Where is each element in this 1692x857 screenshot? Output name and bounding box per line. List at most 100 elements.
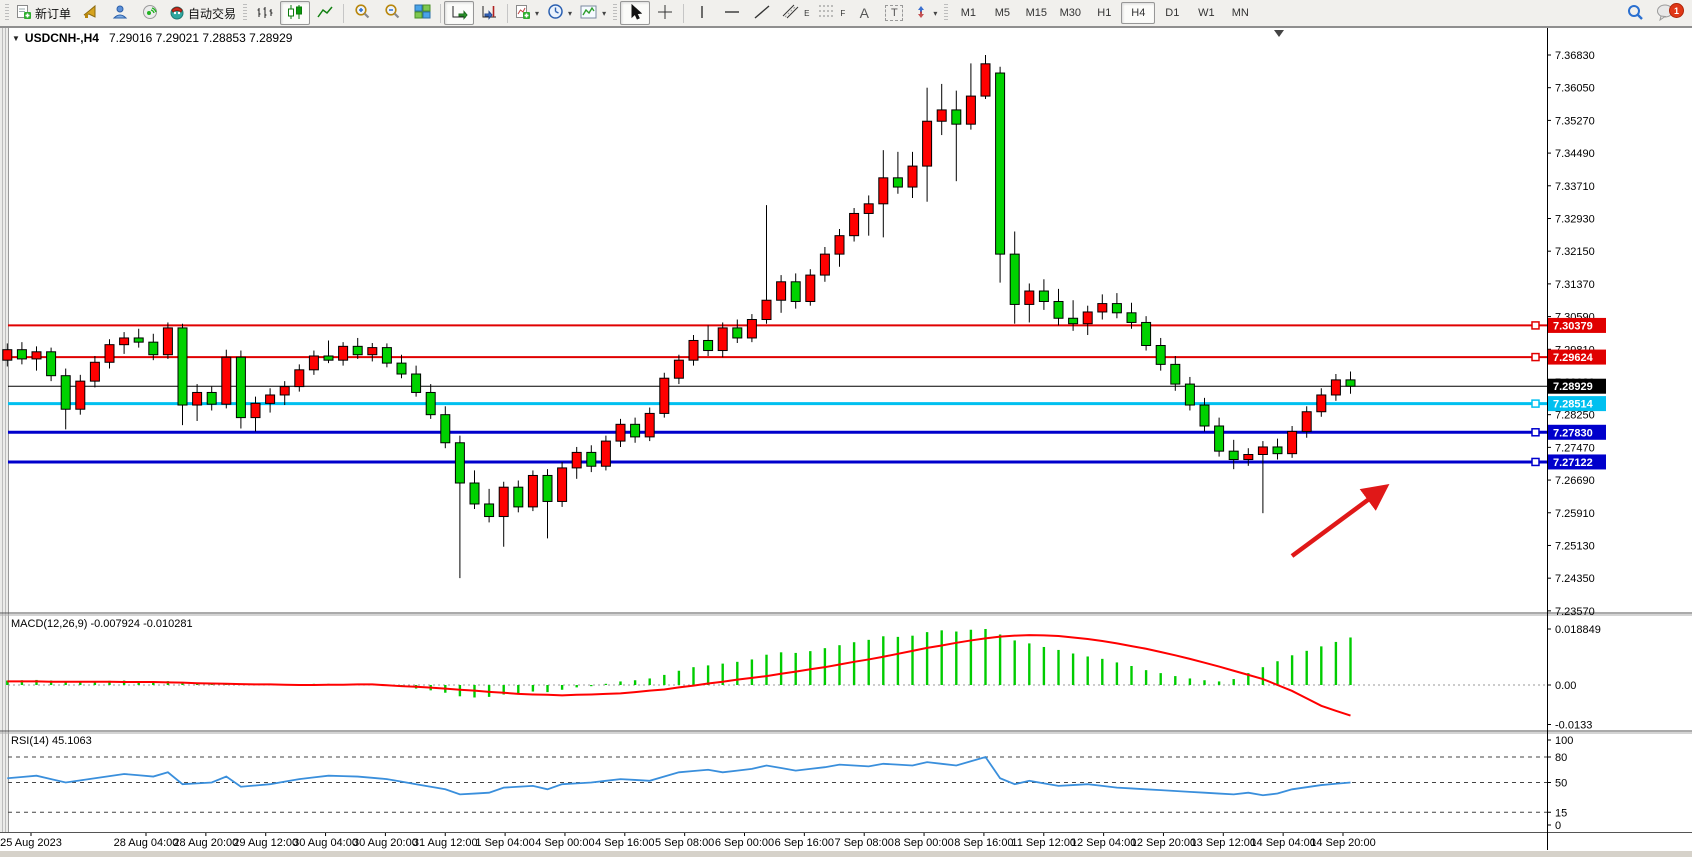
dropdown-caret-icon: ▾: [933, 9, 937, 18]
label-button[interactable]: T: [879, 1, 909, 25]
profile-icon: [112, 4, 128, 23]
candle-body: [324, 356, 333, 360]
svg-text:7.35270: 7.35270: [1555, 115, 1595, 127]
candle-body: [645, 413, 654, 436]
svg-text:0.018849: 0.018849: [1555, 624, 1601, 636]
svg-text:25 Aug 2023: 25 Aug 2023: [0, 837, 62, 849]
trendline-button[interactable]: [747, 1, 777, 25]
price-tag-label: 7.28929: [1553, 381, 1593, 393]
candle-body: [1244, 454, 1253, 459]
candle-chart-button[interactable]: [280, 1, 310, 25]
tf-h4[interactable]: H4: [1121, 2, 1155, 24]
candle-body: [1229, 451, 1238, 459]
candle-body: [1054, 301, 1063, 318]
tf-d1[interactable]: D1: [1155, 2, 1189, 24]
candle-body: [893, 178, 902, 187]
svg-text:13 Sep 12:00: 13 Sep 12:00: [1191, 837, 1256, 849]
cursor-button[interactable]: [620, 1, 650, 25]
horizontal-line-button[interactable]: [717, 1, 747, 25]
candle-body: [1142, 322, 1151, 345]
tf-m30[interactable]: M30: [1053, 2, 1087, 24]
templates-button[interactable]: ▾: [576, 1, 610, 25]
timeframe-group: M1M5M15M30H1H4D1W1MN: [951, 2, 1257, 24]
candle-body: [616, 424, 625, 441]
candle-body: [879, 178, 888, 204]
svg-text:8 Sep 00:00: 8 Sep 00:00: [894, 837, 953, 849]
tile-windows-button[interactable]: [407, 1, 437, 25]
candle-body: [90, 362, 99, 381]
candle-body: [193, 392, 202, 405]
hline-handle[interactable]: [1532, 400, 1539, 407]
candle-body: [1200, 405, 1209, 426]
tf-m5[interactable]: M5: [985, 2, 1019, 24]
candle-body: [207, 392, 216, 404]
zoom-out-button[interactable]: [377, 1, 407, 25]
main-toolbar: 新订单 自动交易: [0, 0, 1692, 27]
candle-body: [295, 370, 304, 387]
candle-body: [1346, 380, 1355, 386]
chart-canvas[interactable]: 7.368307.360507.352707.344907.337107.329…: [0, 0, 1692, 857]
text-icon: A: [860, 5, 869, 21]
shapes-icon: [913, 4, 929, 23]
new-order-button[interactable]: 新订单: [12, 1, 75, 25]
toolbar-grip[interactable]: [613, 4, 617, 22]
tf-h1[interactable]: H1: [1087, 2, 1121, 24]
toolbar-grip[interactable]: [243, 4, 247, 22]
svg-text:31 Aug 12:00: 31 Aug 12:00: [413, 837, 478, 849]
channel-button[interactable]: E: [777, 1, 813, 25]
candle-body: [470, 483, 479, 504]
zoom-in-button[interactable]: [347, 1, 377, 25]
autotrade-button[interactable]: 自动交易: [165, 1, 240, 25]
vertical-line-button[interactable]: [687, 1, 717, 25]
toolbar-grip[interactable]: [944, 4, 948, 22]
candle-body: [952, 110, 961, 124]
tf-w1[interactable]: W1: [1189, 2, 1223, 24]
candle-body: [747, 320, 756, 338]
crosshair-icon: [657, 4, 673, 23]
search-button[interactable]: [1620, 1, 1650, 25]
price-tag-label: 7.28514: [1553, 399, 1594, 411]
notifications-button[interactable]: 1: [1650, 1, 1680, 25]
candle-body: [631, 424, 640, 437]
hline-handle[interactable]: [1532, 354, 1539, 361]
svg-text:0.00: 0.00: [1555, 680, 1576, 692]
shapes-button[interactable]: ▾: [909, 1, 941, 25]
candle-body: [864, 204, 873, 214]
auto-scroll-button[interactable]: [444, 1, 474, 25]
channel-icon: [781, 3, 801, 23]
svg-text:0: 0: [1555, 820, 1561, 832]
chart-shift-button[interactable]: [474, 1, 504, 25]
svg-text:80: 80: [1555, 752, 1567, 764]
svg-text:11 Sep 12:00: 11 Sep 12:00: [1011, 837, 1076, 849]
candle-body: [1317, 395, 1326, 412]
tf-mn[interactable]: MN: [1223, 2, 1257, 24]
candle-body: [908, 166, 917, 187]
candle-body: [718, 328, 727, 351]
candle-body: [426, 392, 435, 414]
hline-handle[interactable]: [1532, 429, 1539, 436]
tf-m1[interactable]: M1: [951, 2, 985, 24]
svg-text:7.36050: 7.36050: [1555, 83, 1595, 95]
svg-text:6 Sep 00:00: 6 Sep 00:00: [715, 837, 774, 849]
svg-text:5 Sep 08:00: 5 Sep 08:00: [655, 837, 714, 849]
channel-letter: E: [804, 9, 809, 18]
profile-button[interactable]: [105, 1, 135, 25]
candle-body: [455, 443, 464, 483]
signal-button[interactable]: [135, 1, 165, 25]
periods-button[interactable]: ▾: [543, 1, 576, 25]
candle-body: [32, 352, 41, 359]
announce-button[interactable]: [75, 1, 105, 25]
fibonacci-button[interactable]: F: [813, 1, 849, 25]
candle-body: [601, 441, 610, 466]
text-button[interactable]: A: [849, 1, 879, 25]
hline-handle[interactable]: [1532, 322, 1539, 329]
candle-body: [1171, 364, 1180, 384]
tf-m15[interactable]: M15: [1019, 2, 1053, 24]
crosshair-button[interactable]: [650, 1, 680, 25]
hline-handle[interactable]: [1532, 458, 1539, 465]
line-chart-button[interactable]: [310, 1, 340, 25]
bar-chart-button[interactable]: [250, 1, 280, 25]
indicators-button[interactable]: ▾: [511, 1, 543, 25]
toolbar-grip[interactable]: [5, 4, 9, 22]
fibonacci-icon: [817, 3, 837, 23]
